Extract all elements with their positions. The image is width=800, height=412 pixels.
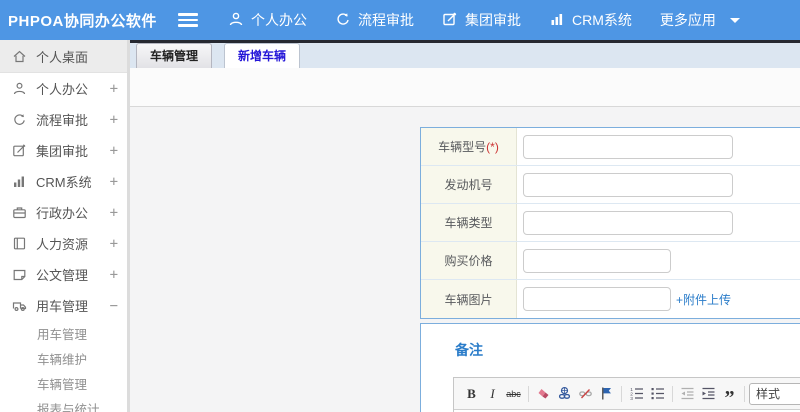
blockquote-icon[interactable]: ”: [719, 383, 740, 408]
sidebar-item-human-resources[interactable]: 人力资源 +: [0, 228, 130, 259]
form-row: 车辆类型: [421, 204, 800, 242]
indent-icon[interactable]: [698, 383, 719, 405]
link-icon[interactable]: [554, 383, 575, 405]
bold-button[interactable]: B: [461, 383, 482, 405]
truck-icon: [12, 298, 28, 313]
unordered-list-icon[interactable]: [647, 383, 668, 405]
tab-add-vehicle[interactable]: 新增车辆: [224, 43, 301, 68]
sidebar-subitem-reports-statistics[interactable]: 报表与统计: [0, 396, 130, 412]
caret-down-icon: [729, 17, 740, 23]
expand-icon[interactable]: +: [110, 236, 118, 252]
expand-icon[interactable]: +: [110, 112, 118, 128]
sidebar-item-personal-office[interactable]: 个人办公 +: [0, 73, 130, 104]
sidebar-item-personal-desktop[interactable]: 个人桌面: [0, 40, 130, 73]
nav-group-approval[interactable]: 集团审批: [442, 10, 521, 30]
field-label: 车辆图片: [444, 292, 493, 307]
svg-text:3: 3: [630, 396, 633, 401]
document-icon: [12, 267, 28, 282]
vehicle-model-input[interactable]: [523, 134, 733, 159]
form-row: 购买价格: [421, 242, 800, 280]
notes-section: 备注 B I abc 1 2 3 ” 样式: [420, 323, 800, 412]
rich-text-editor: B I abc 1 2 3 ” 样式: [453, 377, 800, 412]
sidebar-item-group-approval[interactable]: 集团审批 +: [0, 135, 130, 166]
strikethrough-button[interactable]: abc: [503, 383, 524, 405]
sidebar-item-document-management[interactable]: 公文管理 +: [0, 259, 130, 290]
editor-toolbar: B I abc 1 2 3 ” 样式: [454, 378, 800, 410]
field-label: 车辆型号: [438, 140, 487, 154]
sidebar-subitem-vehicle-management[interactable]: 车辆管理: [0, 371, 130, 396]
vehicle-form: 车辆型号 (*) 发动机号 车辆类型 购买价格 车辆图片 +附件上传: [420, 127, 800, 319]
field-label: 车辆类型: [444, 216, 493, 230]
field-label: 购买价格: [444, 254, 493, 268]
form-row: 发动机号: [421, 166, 800, 204]
vehicle-type-input[interactable]: [523, 210, 733, 235]
ordered-list-icon[interactable]: 123: [626, 383, 647, 405]
chart-icon: [549, 11, 572, 30]
home-icon: [12, 49, 28, 64]
engine-number-input[interactable]: [523, 172, 733, 197]
attachment-upload-link[interactable]: +附件上传: [676, 291, 731, 308]
chart-icon: [12, 174, 28, 189]
book-icon: [12, 236, 28, 251]
form-row: 车辆型号 (*): [421, 128, 800, 166]
notes-title: 备注: [455, 342, 483, 358]
hamburger-menu-icon[interactable]: [178, 13, 198, 27]
expand-icon[interactable]: +: [110, 143, 118, 159]
remove-format-icon[interactable]: [533, 383, 554, 405]
nav-personal-office[interactable]: 个人办公: [228, 10, 307, 30]
nav-workflow-approval[interactable]: 流程审批: [335, 10, 414, 30]
nav-crm-system[interactable]: CRM系统: [549, 10, 632, 30]
workflow-icon: [12, 112, 28, 127]
toolbar-strip: [130, 68, 800, 107]
user-icon: [12, 81, 28, 96]
top-bar: PHPOA协同办公软件 个人办公 流程审批 集团审批 CRM系统 更多应用: [0, 0, 800, 40]
page-body: 车辆型号 (*) 发动机号 车辆类型 购买价格 车辆图片 +附件上传 备注 B …: [130, 107, 800, 412]
tab-bar: 车辆管理 新增车辆: [130, 40, 800, 68]
outdent-icon[interactable]: [677, 383, 698, 405]
expand-icon[interactable]: +: [110, 205, 118, 221]
field-label: 发动机号: [444, 178, 493, 192]
sidebar-subitem-vehicle-use[interactable]: 用车管理: [0, 321, 130, 346]
sidebar-item-admin-office[interactable]: 行政办公 +: [0, 197, 130, 228]
briefcase-icon: [12, 205, 28, 220]
edit-square-icon: [442, 11, 465, 30]
expand-icon[interactable]: +: [110, 267, 118, 283]
italic-button[interactable]: I: [482, 383, 503, 405]
sidebar-item-vehicle-management[interactable]: 用车管理 −: [0, 290, 130, 321]
user-icon: [228, 11, 251, 30]
sidebar-item-crm-system[interactable]: CRM系统 +: [0, 166, 130, 197]
required-mark: (*): [486, 139, 499, 154]
sidebar: 个人桌面 个人办公 + 流程审批 + 集团审批 + CRM系统 + 行政办公 +: [0, 40, 130, 412]
purchase-price-input[interactable]: [523, 248, 671, 273]
expand-icon[interactable]: +: [110, 81, 118, 97]
expand-icon[interactable]: +: [110, 174, 118, 190]
app-logo: PHPOA协同办公软件: [8, 12, 157, 30]
sidebar-item-workflow-approval[interactable]: 流程审批 +: [0, 104, 130, 135]
unlink-icon[interactable]: [575, 383, 596, 405]
tab-vehicle-management[interactable]: 车辆管理: [136, 43, 213, 68]
vehicle-image-input[interactable]: [523, 287, 671, 311]
nav-more-apps[interactable]: 更多应用: [660, 10, 740, 30]
workflow-icon: [335, 11, 358, 30]
sidebar-subitem-vehicle-maintenance[interactable]: 车辆维护: [0, 346, 130, 371]
anchor-flag-icon[interactable]: [596, 383, 617, 405]
form-row: 车辆图片 +附件上传: [421, 280, 800, 318]
style-dropdown[interactable]: 样式: [749, 382, 800, 405]
edit-square-icon: [12, 143, 28, 158]
collapse-icon[interactable]: −: [110, 298, 118, 314]
